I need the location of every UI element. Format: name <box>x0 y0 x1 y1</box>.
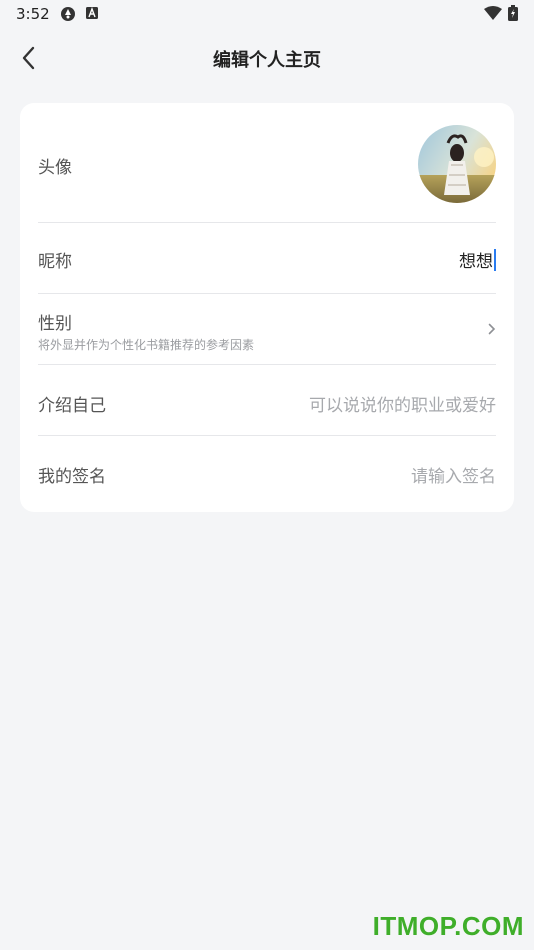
intro-row[interactable]: 介绍自己 可以说说你的职业或爱好 <box>38 365 496 436</box>
gender-label: 性别 <box>38 314 72 334</box>
avatar[interactable] <box>418 125 496 203</box>
sync-icon <box>61 7 75 21</box>
signature-input[interactable]: 请输入签名 <box>411 462 496 487</box>
status-time: 3:52 <box>16 5 50 23</box>
watermark-logo: ITMOP.COM <box>372 911 524 941</box>
avatar-row[interactable]: 头像 <box>38 103 496 223</box>
gender-row[interactable]: 性别 将外显并作为个性化书籍推荐的参考因素 <box>38 294 496 365</box>
app-bar: 编辑个人主页 <box>0 36 534 80</box>
profile-card: 头像 昵称 想想 性别 将外显并作为个性化书籍推荐的参考因素 介绍自己 可以说说… <box>20 103 514 512</box>
status-bar: 3:52 <box>0 0 534 28</box>
chevron-right-icon <box>488 323 496 335</box>
page-title: 编辑个人主页 <box>213 50 321 71</box>
nickname-field[interactable]: 想想 <box>459 247 496 272</box>
signature-label: 我的签名 <box>38 467 106 487</box>
text-cursor <box>494 249 496 271</box>
signature-row[interactable]: 我的签名 请输入签名 <box>38 436 496 512</box>
intro-label: 介绍自己 <box>38 396 106 416</box>
gender-hint: 将外显并作为个性化书籍推荐的参考因素 <box>38 338 255 352</box>
nickname-label: 昵称 <box>38 252 72 272</box>
nickname-row[interactable]: 昵称 想想 <box>38 223 496 294</box>
wifi-icon <box>484 6 502 20</box>
intro-input[interactable]: 可以说说你的职业或爱好 <box>309 391 496 416</box>
avatar-image <box>418 125 496 203</box>
avatar-label: 头像 <box>38 158 72 178</box>
battery-icon <box>508 5 518 21</box>
app-notification-icon <box>86 7 98 19</box>
nickname-value: 想想 <box>459 252 493 272</box>
